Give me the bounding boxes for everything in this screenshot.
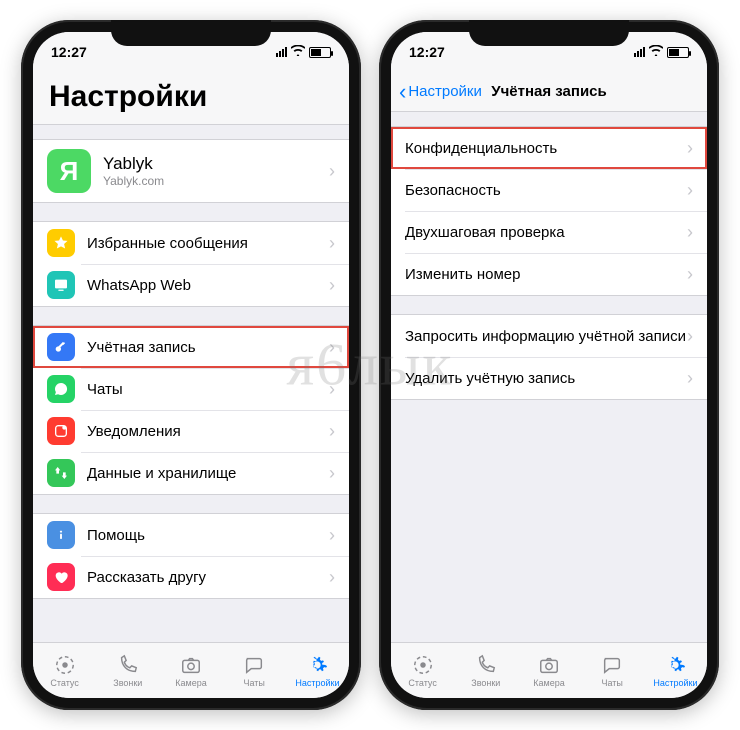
status-indicators xyxy=(276,45,331,59)
back-button[interactable]: ‹ Настройки xyxy=(399,72,482,111)
notification-icon xyxy=(47,417,75,445)
tab-camera[interactable]: Камера xyxy=(517,643,580,698)
status-indicators xyxy=(634,45,689,59)
tab-label: Камера xyxy=(175,678,206,688)
row-label: Учётная запись xyxy=(87,339,329,356)
desktop-icon xyxy=(47,271,75,299)
row-label: Данные и хранилище xyxy=(87,465,329,482)
chevron-right-icon: › xyxy=(329,379,335,400)
signal-icon xyxy=(276,47,287,57)
chevron-left-icon: ‹ xyxy=(399,81,406,103)
chevron-right-icon: › xyxy=(687,222,693,243)
tab-bar: Статус Звонки Камера Чаты Настройки xyxy=(33,642,349,698)
tab-status[interactable]: Статус xyxy=(391,643,454,698)
signal-icon xyxy=(634,47,645,57)
status-time: 12:27 xyxy=(51,44,87,60)
row-delete-account[interactable]: Удалить учётную запись › xyxy=(391,357,707,399)
tab-label: Настройки xyxy=(295,678,339,688)
profile-subtitle: Yablyk.com xyxy=(103,174,329,188)
row-label: Двухшаговая проверка xyxy=(405,224,687,241)
row-label: Помощь xyxy=(87,527,329,544)
row-label: Избранные сообщения xyxy=(87,235,329,252)
tab-label: Звонки xyxy=(113,678,142,688)
chevron-right-icon: › xyxy=(329,525,335,546)
row-label: Запросить информацию учётной записи xyxy=(405,328,687,345)
tab-calls[interactable]: Звонки xyxy=(96,643,159,698)
row-label: Изменить номер xyxy=(405,266,687,283)
nav-bar: ‹ Настройки Учётная запись xyxy=(391,72,707,112)
row-help[interactable]: Помощь › xyxy=(33,514,349,556)
tab-label: Камера xyxy=(533,678,564,688)
tab-chats[interactable]: Чаты xyxy=(223,643,286,698)
chevron-right-icon: › xyxy=(329,161,335,182)
tab-label: Звонки xyxy=(471,678,500,688)
row-chats[interactable]: Чаты › xyxy=(33,368,349,410)
row-account[interactable]: Учётная запись › xyxy=(33,326,349,368)
phone-left: 12:27 Настройки Я Yablyk Yabl xyxy=(21,20,361,710)
chevron-right-icon: › xyxy=(687,326,693,347)
data-icon xyxy=(47,459,75,487)
tab-settings[interactable]: Настройки xyxy=(286,643,349,698)
tab-label: Статус xyxy=(50,678,78,688)
tab-label: Статус xyxy=(408,678,436,688)
tab-label: Чаты xyxy=(602,678,623,688)
battery-icon xyxy=(309,47,331,58)
row-request-info[interactable]: Запросить информацию учётной записи › xyxy=(391,315,707,357)
profile-name: Yablyk xyxy=(103,154,329,174)
settings-list[interactable]: Я Yablyk Yablyk.com › Избранные сообщени xyxy=(33,125,349,642)
key-icon xyxy=(47,333,75,361)
tab-bar: Статус Звонки Камера Чаты Настройки xyxy=(391,642,707,698)
chevron-right-icon: › xyxy=(687,368,693,389)
status-time: 12:27 xyxy=(409,44,445,60)
wifi-icon xyxy=(649,45,663,59)
chevron-right-icon: › xyxy=(687,264,693,285)
page-title: Настройки xyxy=(33,72,349,125)
chevron-right-icon: › xyxy=(329,421,335,442)
row-security[interactable]: Безопасность › xyxy=(391,169,707,211)
phone-right: 12:27 ‹ Настройки Учётная запись xyxy=(379,20,719,710)
row-label: Чаты xyxy=(87,381,329,398)
chevron-right-icon: › xyxy=(329,337,335,358)
avatar: Я xyxy=(47,149,91,193)
whatsapp-icon xyxy=(47,375,75,403)
chevron-right-icon: › xyxy=(329,463,335,484)
row-change-number[interactable]: Изменить номер › xyxy=(391,253,707,295)
chevron-right-icon: › xyxy=(329,275,335,296)
notch xyxy=(111,20,271,46)
profile-row[interactable]: Я Yablyk Yablyk.com › xyxy=(33,140,349,202)
row-label: Рассказать другу xyxy=(87,569,329,586)
chevron-right-icon: › xyxy=(329,233,335,254)
tab-settings[interactable]: Настройки xyxy=(644,643,707,698)
row-label: Конфиденциальность xyxy=(405,140,687,157)
row-whatsapp-web[interactable]: WhatsApp Web › xyxy=(33,264,349,306)
row-tell-friend[interactable]: Рассказать другу › xyxy=(33,556,349,598)
tab-calls[interactable]: Звонки xyxy=(454,643,517,698)
tab-status[interactable]: Статус xyxy=(33,643,96,698)
tab-chats[interactable]: Чаты xyxy=(581,643,644,698)
row-label: Уведомления xyxy=(87,423,329,440)
chevron-right-icon: › xyxy=(687,138,693,159)
row-starred-messages[interactable]: Избранные сообщения › xyxy=(33,222,349,264)
back-label: Настройки xyxy=(408,83,482,100)
chevron-right-icon: › xyxy=(329,567,335,588)
chevron-right-icon: › xyxy=(687,180,693,201)
heart-icon xyxy=(47,563,75,591)
row-label: Удалить учётную запись xyxy=(405,370,687,387)
star-icon xyxy=(47,229,75,257)
row-label: Безопасность xyxy=(405,182,687,199)
tab-label: Настройки xyxy=(653,678,697,688)
account-list[interactable]: Конфиденциальность › Безопасность › Двух… xyxy=(391,112,707,642)
row-notifications[interactable]: Уведомления › xyxy=(33,410,349,452)
battery-icon xyxy=(667,47,689,58)
tab-label: Чаты xyxy=(244,678,265,688)
row-privacy[interactable]: Конфиденциальность › xyxy=(391,127,707,169)
nav-title: Учётная запись xyxy=(491,83,607,100)
wifi-icon xyxy=(291,45,305,59)
row-two-step[interactable]: Двухшаговая проверка › xyxy=(391,211,707,253)
notch xyxy=(469,20,629,46)
row-data-storage[interactable]: Данные и хранилище › xyxy=(33,452,349,494)
info-icon xyxy=(47,521,75,549)
tab-camera[interactable]: Камера xyxy=(159,643,222,698)
row-label: WhatsApp Web xyxy=(87,277,329,294)
